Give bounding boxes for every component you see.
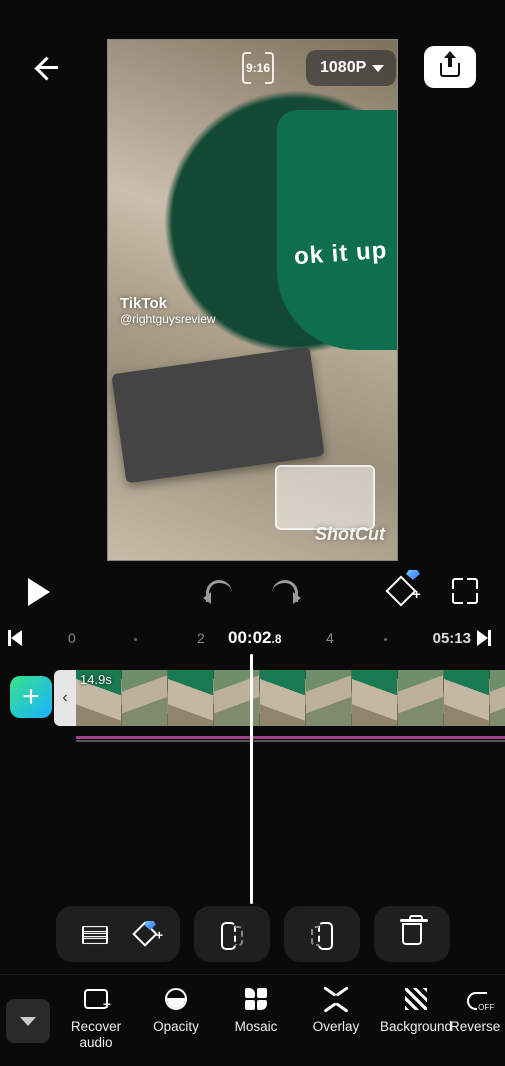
preview-scene: ok it up TikTok @rightguysreview ShotCut bbox=[108, 40, 397, 560]
mosaic-icon bbox=[245, 988, 267, 1010]
go-to-start-button[interactable] bbox=[8, 630, 28, 648]
clip-thumbnail bbox=[168, 670, 214, 726]
tool-mosaic[interactable]: Mosaic bbox=[216, 985, 296, 1050]
clip-thumbnail bbox=[398, 670, 444, 726]
undo-button[interactable] bbox=[206, 580, 236, 606]
diamond-icon: + bbox=[385, 575, 416, 606]
plus-icon: + bbox=[22, 680, 40, 714]
video-preview[interactable]: ok it up TikTok @rightguysreview ShotCut bbox=[107, 39, 398, 561]
clip-actions-pill-left bbox=[56, 906, 180, 962]
clip-thumbnail bbox=[214, 670, 260, 726]
keyframe-clip-button[interactable] bbox=[136, 925, 154, 943]
layers-button[interactable] bbox=[82, 923, 108, 945]
add-clip-button[interactable]: + bbox=[10, 676, 52, 718]
tool-label: Opacity bbox=[153, 1019, 199, 1035]
split-right-button[interactable] bbox=[284, 906, 360, 962]
secondary-track-line[interactable] bbox=[76, 740, 505, 742]
tool-label: Recover audio bbox=[56, 1019, 136, 1050]
background-icon bbox=[405, 988, 427, 1010]
clip-thumbnail bbox=[122, 670, 168, 726]
overlay-icon bbox=[323, 988, 349, 1010]
recover-audio-icon bbox=[84, 989, 108, 1009]
tiktok-logo-text: TikTok bbox=[120, 295, 216, 312]
mandoline-graphic bbox=[111, 347, 324, 484]
tool-background[interactable]: Background bbox=[376, 985, 456, 1050]
clip-thumbnail bbox=[306, 670, 352, 726]
clip-strip[interactable] bbox=[76, 670, 505, 726]
trim-chevron-icon: ‹ bbox=[62, 689, 67, 707]
shotcut-watermark: ShotCut bbox=[315, 524, 385, 545]
split-left-button[interactable] bbox=[194, 906, 270, 962]
ruler-dot bbox=[134, 638, 137, 641]
tool-label: Mosaic bbox=[235, 1019, 278, 1035]
go-to-end-button[interactable] bbox=[477, 630, 497, 648]
ruler-dot bbox=[384, 638, 387, 641]
ruler-tick: 0 bbox=[68, 630, 76, 646]
premium-gem-icon bbox=[406, 570, 420, 580]
back-button[interactable] bbox=[30, 52, 62, 84]
tool-opacity[interactable]: Opacity bbox=[136, 985, 216, 1050]
resolution-label: 1080P bbox=[320, 59, 366, 77]
clip-duration-label: 14.9s bbox=[80, 672, 112, 687]
clip-thumbnail bbox=[352, 670, 398, 726]
current-time: 00:02.8 bbox=[228, 628, 282, 648]
chevron-down-icon bbox=[372, 65, 384, 72]
play-button[interactable] bbox=[28, 578, 50, 606]
total-time: 05:13 bbox=[433, 630, 471, 647]
resolution-dropdown[interactable]: 1080P bbox=[306, 50, 396, 86]
tool-reverse[interactable]: Reverse bbox=[456, 985, 500, 1050]
layers-icon bbox=[82, 923, 108, 945]
reverse-icon bbox=[465, 988, 491, 1010]
clip-thumbnail bbox=[260, 670, 306, 726]
undo-icon bbox=[206, 580, 232, 602]
tool-label: Overlay bbox=[313, 1019, 360, 1035]
tool-recover-audio[interactable]: Recover audio bbox=[56, 985, 136, 1050]
clip-trim-handle-left[interactable]: ‹ bbox=[54, 670, 76, 726]
tool-overlay[interactable]: Overlay bbox=[296, 985, 376, 1050]
clip-thumbnail bbox=[444, 670, 490, 726]
export-button[interactable] bbox=[424, 46, 476, 88]
clip-thumbnail bbox=[490, 670, 505, 726]
transport-bar: + bbox=[0, 574, 505, 614]
tool-label: Background bbox=[380, 1019, 452, 1035]
delete-clip-button[interactable] bbox=[374, 906, 450, 962]
opacity-icon bbox=[165, 988, 187, 1010]
fullscreen-button[interactable] bbox=[452, 578, 478, 604]
tiktok-watermark: TikTok @rightguysreview bbox=[120, 295, 216, 326]
tray-graphic bbox=[275, 465, 375, 530]
bottom-toolbar: Recover audio Opacity Mosaic Overlay Bac… bbox=[0, 974, 505, 1066]
share-icon bbox=[440, 57, 460, 77]
aspect-ratio-button[interactable]: 9:16 bbox=[240, 50, 276, 86]
redo-icon bbox=[272, 580, 298, 602]
keyframe-button[interactable]: + bbox=[386, 576, 416, 606]
fullscreen-icon bbox=[452, 578, 478, 604]
split-left-icon bbox=[221, 922, 243, 946]
time-ruler[interactable]: 0 2 00:02.8 4 05:13 bbox=[0, 624, 505, 654]
redo-button[interactable] bbox=[272, 580, 302, 606]
aspect-ratio-label: 9:16 bbox=[246, 61, 270, 75]
clip-action-row bbox=[56, 906, 450, 962]
trash-icon bbox=[402, 923, 422, 945]
split-right-icon bbox=[311, 922, 333, 946]
tool-label: Reverse bbox=[450, 1019, 500, 1035]
ruler-tick: 4 bbox=[326, 630, 334, 646]
collapse-toolbar-button[interactable] bbox=[6, 999, 50, 1043]
audio-track-line[interactable] bbox=[76, 736, 505, 739]
tiktok-handle: @rightguysreview bbox=[120, 312, 216, 326]
ruler-tick: 2 bbox=[197, 630, 205, 646]
chevron-down-icon bbox=[20, 1017, 36, 1026]
playhead[interactable] bbox=[250, 654, 253, 904]
tool-scroll[interactable]: Recover audio Opacity Mosaic Overlay Bac… bbox=[56, 975, 505, 1050]
apron-graphic bbox=[277, 110, 397, 350]
